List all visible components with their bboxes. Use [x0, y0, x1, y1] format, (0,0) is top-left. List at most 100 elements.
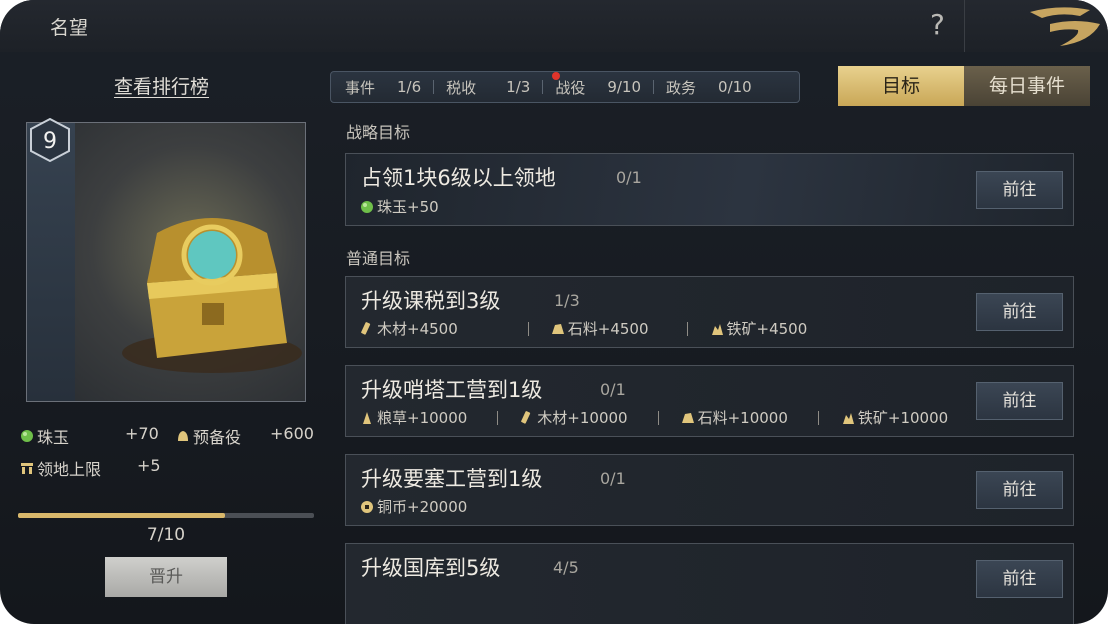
goal-item: 升级哨塔工营到1级 0/1 粮草+10000 木材+10000 石料+10000… [345, 365, 1074, 437]
tab-count: 1/3 [506, 78, 531, 96]
reserve-soldier-icon [178, 431, 188, 441]
tab-label: 战役 [555, 78, 586, 97]
promote-button[interactable]: 晋升 [105, 557, 227, 597]
goal-rewards: 珠玉+50 [360, 196, 439, 217]
reward-text: 粮草+10000 [377, 409, 468, 427]
jade-icon [361, 200, 373, 213]
reward: 石料+10000 [681, 407, 788, 428]
go-button[interactable]: 前往 [976, 382, 1063, 420]
goal-count: 0/1 [600, 380, 626, 399]
jade-icon [21, 430, 33, 442]
stat-label: 领地上限 [37, 460, 102, 479]
copper-coin-icon [361, 500, 373, 513]
go-button[interactable]: 前往 [976, 471, 1063, 509]
reward-text: 石料+10000 [697, 409, 788, 427]
divider [964, 0, 965, 52]
wood-icon [361, 321, 371, 335]
divider [433, 80, 435, 94]
reward: 铁矿+4500 [710, 318, 807, 339]
reward-text: 珠玉+50 [377, 198, 439, 216]
rank-progress-fill [18, 513, 226, 518]
stat-value: +5 [137, 456, 161, 475]
stat-reserve: 预备役 [176, 424, 241, 448]
tab-daily-events[interactable]: 每日事件 [964, 66, 1090, 106]
reward-text: 铁矿+10000 [857, 409, 949, 427]
reward-text: 木材+10000 [537, 409, 628, 427]
rank-reward-card [26, 122, 306, 402]
stone-icon [551, 323, 564, 334]
reward: 珠玉+50 [360, 196, 439, 217]
goal-rewards: 粮草+10000 木材+10000 石料+10000 铁矿+10000 [360, 407, 948, 428]
goal-count: 4/5 [553, 558, 579, 577]
rank-progress-text: 7/10 [146, 525, 186, 545]
goal-name: 占领1块6级以上领地 [361, 166, 556, 190]
tab-goals[interactable]: 目标 [838, 66, 964, 106]
territory-icon [21, 463, 33, 474]
divider [497, 410, 499, 425]
reward: 石料+4500 [551, 318, 649, 339]
divider [657, 410, 659, 425]
leaderboard-link[interactable]: 查看排行榜 [114, 72, 209, 99]
tab-label: 税收 [446, 78, 477, 97]
help-icon[interactable]: ? [930, 8, 945, 41]
stone-icon [681, 412, 694, 423]
goal-count: 0/1 [600, 469, 626, 488]
section-normal-title: 普通目标 [346, 249, 411, 268]
divider [817, 410, 819, 425]
stat-label: 预备役 [193, 428, 242, 447]
reward: 铜币+20000 [360, 496, 467, 517]
goal-count: 1/3 [554, 291, 580, 310]
goal-count: 0/1 [616, 168, 642, 187]
stat-jade: 珠玉 [20, 424, 69, 448]
go-button[interactable]: 前往 [976, 293, 1063, 331]
goal-rewards: 木材+4500 石料+4500 铁矿+4500 [360, 318, 807, 339]
go-button[interactable]: 前往 [976, 560, 1063, 598]
rank-progress-bar [18, 513, 314, 518]
close-emblem-icon[interactable] [1020, 2, 1108, 50]
stat-territory: 领地上限 [20, 456, 101, 480]
reward: 木材+10000 [520, 407, 628, 428]
tab-label: 政务 [666, 78, 697, 97]
goal-item: 升级要塞工营到1级 0/1 铜币+20000 前往 [345, 454, 1074, 526]
tab-label: 事件 [345, 78, 376, 97]
level-number: 9 [43, 129, 57, 154]
section-strategic-title: 战略目标 [346, 123, 411, 142]
alert-dot-icon [552, 72, 560, 80]
divider [686, 321, 688, 336]
goal-name: 升级哨塔工营到1级 [361, 378, 543, 402]
goal-name: 升级课税到3级 [361, 289, 501, 313]
goal-rewards: 铜币+20000 [360, 496, 467, 517]
divider [527, 321, 529, 336]
stat-value: +600 [270, 424, 314, 443]
goal-item: 升级国库到5级 4/5 前往 [345, 543, 1074, 624]
treasure-chest-icon [122, 218, 302, 373]
iron-icon [711, 323, 723, 335]
reward-text: 石料+4500 [567, 320, 649, 338]
tab-count: 9/10 [607, 78, 642, 96]
grain-icon [363, 411, 371, 424]
go-button[interactable]: 前往 [976, 171, 1063, 209]
tab-count: 0/10 [718, 78, 752, 96]
divider [653, 80, 655, 94]
level-badge: 9 [30, 118, 70, 162]
tab-count: 1/6 [397, 78, 422, 96]
reward-text: 铜币+20000 [377, 498, 468, 516]
stat-label: 珠玉 [37, 428, 70, 447]
tab-tax[interactable]: 税收 1/3 [446, 77, 530, 98]
reward-text: 木材+4500 [377, 320, 458, 338]
card-side-band [27, 123, 75, 401]
divider [542, 80, 544, 94]
reward: 铁矿+10000 [841, 407, 948, 428]
reward: 粮草+10000 [360, 407, 467, 428]
fame-panel: 名望 ? 查看排行榜 9 珠玉 +70 预备役 +600 领地上限 +5 7/1… [0, 0, 1108, 624]
category-strip: 事件 1/6 税收 1/3 战役 9/10 政务 0/10 [330, 71, 800, 103]
reward: 木材+4500 [360, 318, 458, 339]
tab-campaign[interactable]: 战役 9/10 [555, 77, 641, 98]
window-title: 名望 [50, 17, 89, 39]
goal-name: 升级国库到5级 [361, 556, 501, 580]
goal-item: 升级课税到3级 1/3 木材+4500 石料+4500 铁矿+4500 前往 [345, 276, 1074, 348]
stat-value: +70 [125, 424, 159, 443]
tab-events[interactable]: 事件 1/6 [345, 77, 421, 98]
wood-icon [521, 410, 531, 424]
tab-affairs[interactable]: 政务 0/10 [666, 77, 752, 98]
